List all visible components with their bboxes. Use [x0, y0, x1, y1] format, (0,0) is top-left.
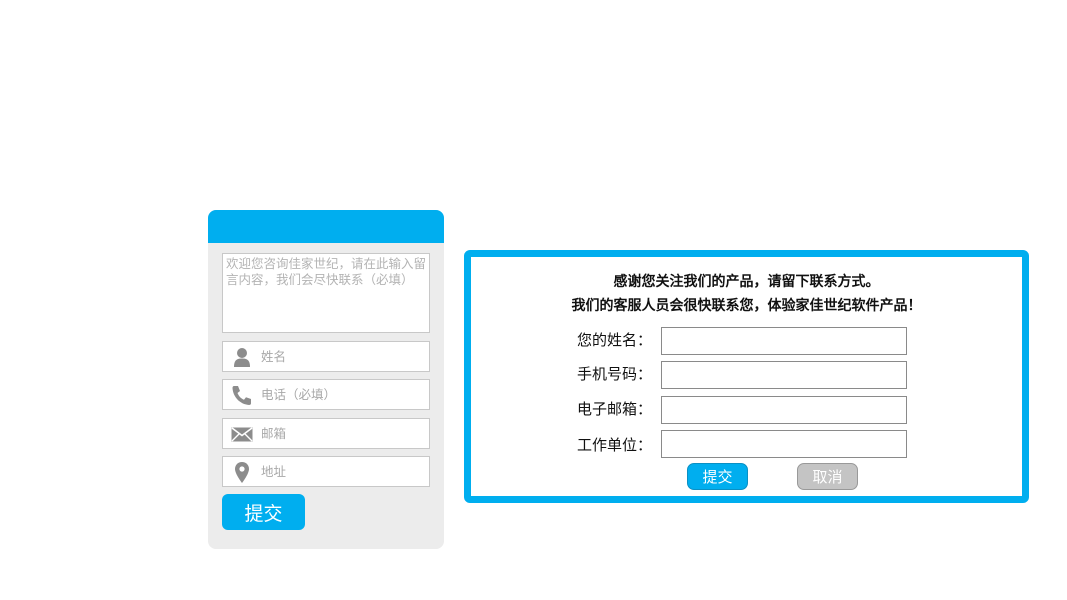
phone-field[interactable]	[222, 379, 430, 410]
mobile-input[interactable]	[661, 361, 907, 389]
email-input[interactable]	[261, 419, 425, 448]
phone-icon	[231, 385, 253, 405]
address-input[interactable]	[261, 457, 425, 486]
message-widget-header	[208, 210, 444, 243]
name-field[interactable]	[222, 341, 430, 372]
intro-line-1: 感谢您关注我们的产品，请留下联系方式。	[613, 274, 880, 290]
address-field[interactable]	[222, 456, 430, 487]
company-input[interactable]	[661, 430, 907, 458]
message-textarea[interactable]	[222, 253, 430, 333]
name-label: 您的姓名：	[576, 331, 652, 349]
mail-icon	[231, 424, 253, 444]
phone-input[interactable]	[261, 380, 425, 409]
person-icon	[231, 347, 253, 367]
location-pin-icon	[231, 461, 253, 483]
name-input[interactable]	[261, 342, 425, 371]
submit-button[interactable]: 提交	[222, 494, 305, 530]
cancel-button[interactable]: 取消	[797, 463, 858, 490]
name-input[interactable]	[661, 327, 907, 355]
submit-button[interactable]: 提交	[687, 463, 748, 490]
intro-line-2: 我们的客服人员会很快联系您，体验家佳世纪软件产品！	[571, 298, 922, 314]
email-field[interactable]	[222, 418, 430, 449]
company-label: 工作单位：	[576, 436, 652, 454]
email-label: 电子邮箱：	[576, 400, 652, 418]
message-widget: 提交	[208, 210, 444, 549]
contact-dialog: 感谢您关注我们的产品，请留下联系方式。 我们的客服人员会很快联系您，体验家佳世纪…	[464, 250, 1029, 503]
email-input[interactable]	[661, 396, 907, 424]
page: 提交 感谢您关注我们的产品，请留下联系方式。 我们的客服人员会很快联系您，体验家…	[0, 0, 1067, 600]
mobile-label: 手机号码：	[576, 365, 652, 383]
